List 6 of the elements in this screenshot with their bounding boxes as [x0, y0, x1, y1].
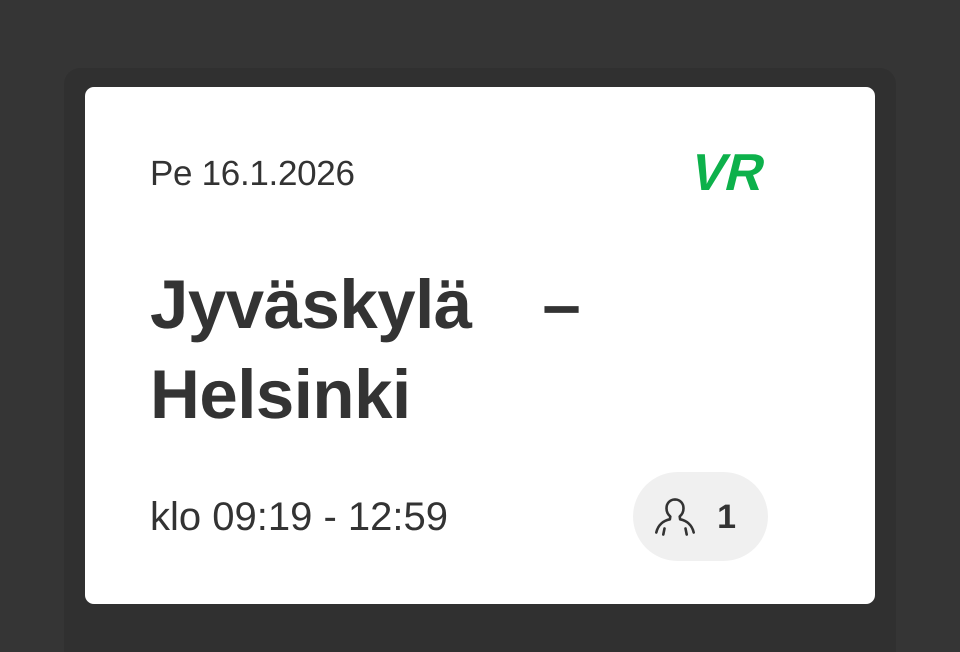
departure-time: klo 09:19 - 12:59: [150, 494, 448, 540]
travel-date: Pe 16.1.2026: [150, 153, 355, 195]
route-title: Jyväskylä – Helsinki: [150, 265, 582, 435]
person-icon: [653, 496, 698, 536]
passenger-count: 1: [717, 496, 736, 536]
logo: VR: [686, 150, 770, 196]
